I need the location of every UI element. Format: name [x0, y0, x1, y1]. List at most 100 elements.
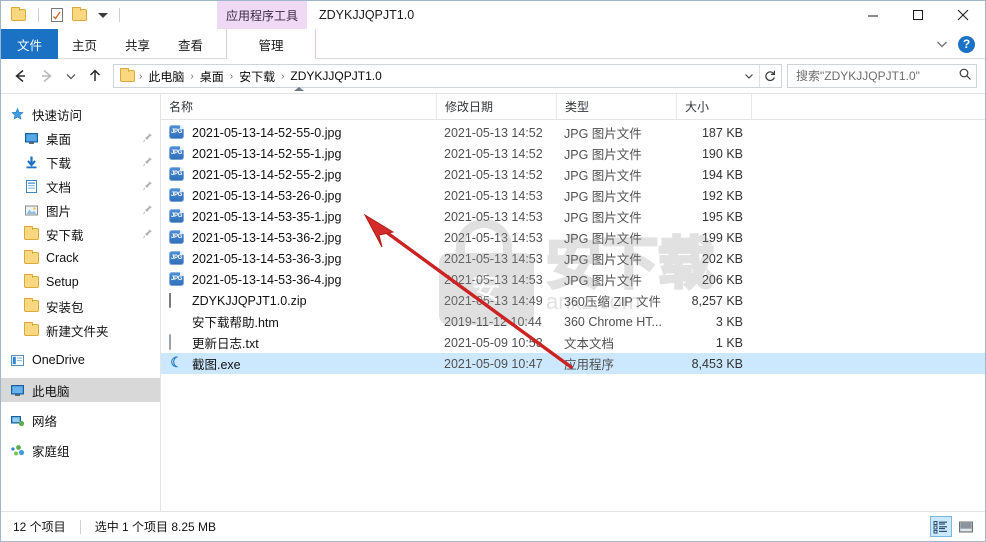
file-type: JPG 图片文件	[564, 232, 642, 246]
file-size: 8,453 KB	[691, 356, 743, 371]
table-row[interactable]: 安下载帮助.htm 2019-11-12 10:44 360 Chrome HT…	[161, 311, 985, 332]
search-input[interactable]	[796, 69, 958, 83]
zip-file-icon	[169, 292, 185, 309]
folder-icon	[23, 249, 40, 267]
table-row[interactable]: JPG 2021-05-13-14-53-36-3.jpg 2021-05-13 …	[161, 248, 985, 269]
pin-icon[interactable]	[142, 204, 154, 216]
tab-home[interactable]: 主页	[58, 29, 111, 59]
breadcrumb-folder-icon	[120, 68, 136, 83]
sidebar-item-downloads[interactable]: 下载	[1, 150, 160, 174]
table-row[interactable]: JPG 2021-05-13-14-53-36-4.jpg 2021-05-13 …	[161, 269, 985, 290]
customize-qat-caret-icon[interactable]	[96, 8, 110, 22]
up-button[interactable]	[82, 63, 108, 89]
jpg-file-icon: JPG	[169, 250, 185, 267]
folder-icon	[23, 321, 40, 339]
sidebar-item-this-pc[interactable]: 此电脑	[1, 378, 160, 402]
table-row[interactable]: JPG 2021-05-13-14-52-55-1.jpg 2021-05-13 …	[161, 143, 985, 164]
column-header-type[interactable]: 类型	[556, 94, 676, 119]
tab-share[interactable]: 共享	[111, 29, 164, 59]
sidebar-item-quick-access[interactable]: 快速访问	[1, 102, 160, 126]
column-header-size[interactable]: 大小	[676, 94, 751, 119]
sidebar-item-pictures[interactable]: 图片	[1, 198, 160, 222]
back-button[interactable]	[7, 63, 33, 89]
tab-file-label: 文件	[17, 38, 43, 53]
minimize-button[interactable]	[850, 1, 895, 29]
table-row[interactable]: JPG 2021-05-13-14-53-26-0.jpg 2021-05-13 …	[161, 185, 985, 206]
table-row[interactable]: 更新日志.txt 2021-05-09 10:53 文本文档 1 KB	[161, 332, 985, 353]
close-button[interactable]	[940, 1, 985, 29]
breadcrumb-item-current[interactable]: ZDYKJJQPJT1.0	[285, 69, 386, 83]
column-header-size-label: 大小	[685, 100, 710, 114]
breadcrumb-item-anxiazai[interactable]: 安下载	[234, 68, 280, 85]
jpg-file-icon: JPG	[169, 145, 185, 162]
breadcrumb-dropdown-caret-icon[interactable]	[739, 65, 759, 87]
forward-button[interactable]	[34, 63, 60, 89]
htm-file-icon	[169, 314, 185, 330]
file-name: 2021-05-13-14-52-55-2.jpg	[192, 167, 342, 182]
chevron-down-icon[interactable]	[934, 36, 950, 52]
file-list-pane: 名称 修改日期 类型 大小 JPG 2021-05-13-14-52-55-0.j…	[161, 87, 985, 511]
table-row[interactable]: JPG 2021-05-13-14-53-35-1.jpg 2021-05-13 …	[161, 206, 985, 227]
window-title-text: ZDYKJJQPJT1.0	[319, 8, 415, 22]
file-name: 安下载帮助.htm	[192, 316, 279, 330]
sidebar-item-anxiazai[interactable]: 安下载	[1, 222, 160, 246]
window-title: ZDYKJJQPJT1.0	[319, 1, 414, 29]
details-view-button[interactable]	[930, 516, 952, 537]
title-bar: 应用程序工具 ZDYKJJQPJT1.0	[1, 1, 985, 29]
window-controls	[850, 1, 985, 29]
sidebar-item-desktop[interactable]: 桌面	[1, 126, 160, 150]
pin-icon[interactable]	[142, 156, 154, 168]
help-icon[interactable]: ?	[958, 35, 975, 53]
properties-icon[interactable]	[48, 6, 66, 24]
pin-icon[interactable]	[142, 132, 154, 144]
tab-home-label: 主页	[72, 38, 98, 53]
table-row[interactable]: JPG 2021-05-13-14-52-55-0.jpg 2021-05-13 …	[161, 122, 985, 143]
file-date: 2021-05-13 14:52	[444, 167, 543, 182]
documents-icon	[23, 178, 40, 195]
sidebar-item-network[interactable]: 网络	[1, 408, 160, 432]
search-icon[interactable]	[958, 67, 972, 86]
tab-file[interactable]: 文件	[1, 29, 59, 59]
tab-view[interactable]: 查看	[164, 29, 217, 59]
pin-icon[interactable]	[142, 180, 154, 192]
refresh-icon[interactable]	[759, 65, 779, 87]
column-header-date[interactable]: 修改日期	[436, 94, 556, 119]
file-type: JPG 图片文件	[564, 148, 642, 162]
tab-manage-label: 管理	[258, 38, 284, 53]
table-row[interactable]: JPG 2021-05-13-14-53-36-2.jpg 2021-05-13 …	[161, 227, 985, 248]
maximize-button[interactable]	[895, 1, 940, 29]
file-size: 8,257 KB	[691, 293, 743, 308]
sidebar-item-setup[interactable]: Setup	[1, 270, 160, 294]
table-row[interactable]: ☾ 截图.exe 2021-05-09 10:47 应用程序 8,453 KB	[161, 353, 985, 374]
recent-locations-button[interactable]	[61, 63, 81, 89]
breadcrumb[interactable]: › 此电脑 › 桌面 › 安下载 › ZDYKJJQPJT1.0	[113, 64, 782, 88]
new-folder-icon[interactable]	[72, 6, 90, 24]
table-row[interactable]: ZDYKJJQPJT1.0.zip 2021-05-13 14:49 360压缩…	[161, 290, 985, 311]
sidebar-item-install-package[interactable]: 安装包	[1, 294, 160, 318]
file-date: 2021-05-13 14:53	[444, 209, 543, 224]
tab-manage[interactable]: 管理	[226, 29, 317, 59]
file-name: 2021-05-13-14-53-26-0.jpg	[192, 188, 342, 203]
search-box[interactable]	[787, 64, 977, 88]
file-type: JPG 图片文件	[564, 127, 642, 141]
file-name: 2021-05-13-14-52-55-1.jpg	[192, 146, 342, 161]
txt-file-icon	[169, 333, 185, 351]
file-name: 2021-05-13-14-53-36-3.jpg	[192, 251, 342, 266]
sidebar-item-homegroup[interactable]: 家庭组	[1, 438, 160, 462]
sidebar-item-crack[interactable]: Crack	[1, 246, 160, 270]
sidebar-item-documents[interactable]: 文档	[1, 174, 160, 198]
ribbon-right-controls: ?	[934, 29, 985, 59]
sidebar-item-onedrive[interactable]: OneDrive	[1, 348, 160, 372]
breadcrumb-item-desktop[interactable]: 桌面	[195, 68, 229, 85]
navigation-pane: 快速访问 桌面 下载 文档 图片 安下载 Crack Setup 安装包 新建文…	[1, 94, 161, 511]
table-row[interactable]: JPG 2021-05-13-14-52-55-2.jpg 2021-05-13 …	[161, 164, 985, 185]
sidebar-item-new-folder[interactable]: 新建文件夹	[1, 318, 160, 342]
folder-icon[interactable]	[11, 6, 29, 24]
breadcrumb-item-this-pc[interactable]: 此电脑	[143, 68, 189, 85]
pin-icon[interactable]	[142, 228, 154, 240]
tab-view-label: 查看	[178, 38, 204, 53]
column-header-name[interactable]: 名称	[161, 87, 436, 119]
large-icons-view-button[interactable]	[955, 516, 977, 537]
file-size: 199 KB	[701, 230, 743, 245]
sidebar-item-label: 图片	[46, 204, 72, 219]
